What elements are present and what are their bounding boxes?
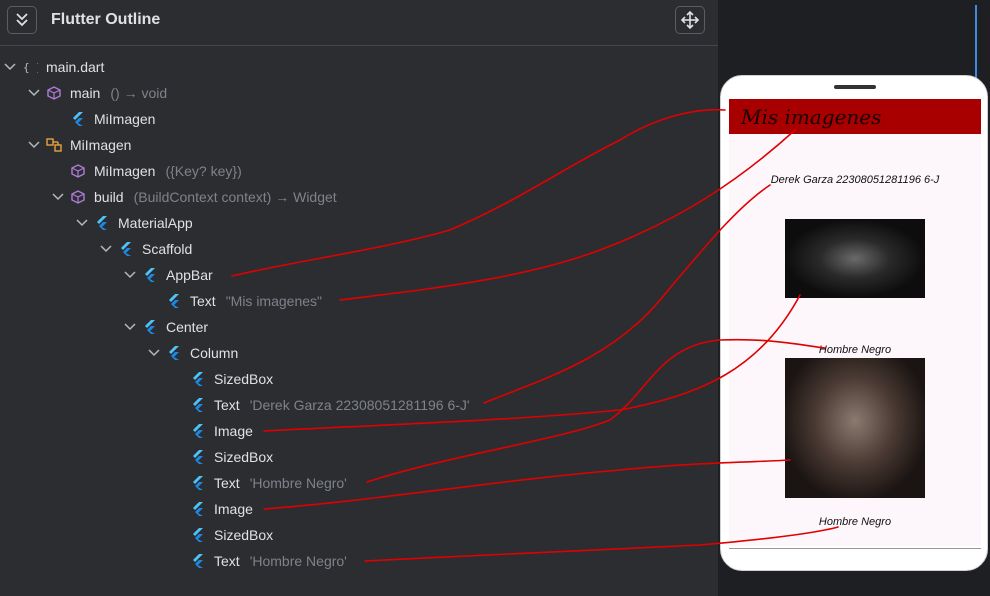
screen-bottom-divider	[729, 548, 981, 549]
phone-speaker	[834, 85, 876, 89]
tree-row-name: Image	[214, 423, 253, 439]
tree-row[interactable]: Image	[170, 496, 253, 522]
author-text: Derek Garza 22308051281196 6-J	[770, 174, 940, 186]
tree-row[interactable]: MiImagen	[50, 106, 155, 132]
flutter-widget-icon	[94, 215, 110, 231]
svg-text:{ }: { }	[23, 61, 38, 74]
flutter-widget-icon	[118, 241, 134, 257]
tree-row[interactable]: Text "Mis imagenes"	[146, 288, 322, 314]
tree-row[interactable]: MiImagen	[26, 132, 131, 158]
tree-row-detail: 'Hombre Negro'	[249, 553, 347, 569]
flutter-outline-panel: Flutter Outline { } main.dart main () → voi…	[0, 0, 719, 596]
move-button[interactable]	[675, 6, 705, 34]
image-caption-2: Hombre Negro	[818, 516, 892, 528]
app-body: Derek Garza 22308051281196 6-J Hombre Ne…	[729, 134, 981, 546]
tree-row[interactable]: SizedBox	[170, 522, 273, 548]
tree-row-name: build	[94, 189, 124, 205]
flutter-widget-icon	[190, 423, 206, 439]
portrait-image-2	[785, 358, 925, 498]
app-bar: Mis imagenes	[729, 99, 981, 134]
move-arrows-icon	[680, 10, 700, 30]
panel-title: Flutter Outline	[51, 11, 161, 28]
class-icon	[46, 137, 62, 153]
flutter-widget-icon	[190, 397, 206, 413]
tree-row[interactable]: Text 'Hombre Negro'	[170, 470, 347, 496]
tree-row[interactable]: Center	[122, 314, 208, 340]
tree-row-name: MaterialApp	[118, 215, 193, 231]
flutter-widget-icon	[142, 319, 158, 335]
chevron-down-icon[interactable]	[122, 267, 138, 283]
tree-row[interactable]: MiImagen ({Key? key})	[50, 158, 242, 184]
app-bar-title: Mis imagenes	[741, 105, 882, 129]
chevron-down-icon[interactable]	[50, 189, 66, 205]
tree-row-name: SizedBox	[214, 371, 274, 387]
tree-row[interactable]: main () → void	[26, 80, 167, 106]
phone-preview: Mis imagenes Derek Garza 22308051281196 …	[720, 75, 988, 571]
flutter-widget-icon	[190, 449, 206, 465]
tree-row[interactable]: Column	[146, 340, 238, 366]
tree-row-name: Text	[214, 553, 240, 569]
chevron-down-icon[interactable]	[2, 59, 18, 75]
flutter-widget-icon	[190, 501, 206, 517]
tree-row[interactable]: AppBar	[122, 262, 213, 288]
flutter-widget-icon	[166, 293, 182, 309]
tree-row[interactable]: Image	[170, 418, 253, 444]
tree-row[interactable]: Scaffold	[98, 236, 192, 262]
chevron-down-icon[interactable]	[146, 345, 162, 361]
tree-row-detail: ({Key? key})	[165, 163, 242, 179]
chevron-down-icon[interactable]	[122, 319, 138, 335]
tree-row[interactable]: { } main.dart	[2, 54, 104, 80]
flutter-widget-icon	[70, 111, 86, 127]
tree-row-detail: (BuildContext context) → Widget	[133, 189, 337, 205]
portrait-image-1	[785, 219, 925, 298]
tree-row-detail: 'Hombre Negro'	[249, 475, 347, 491]
flutter-widget-icon	[190, 475, 206, 491]
tree-row-name: SizedBox	[214, 527, 274, 543]
tree-row-name: Text	[190, 293, 216, 309]
function-cube-icon	[46, 85, 62, 101]
tree-row-name: Scaffold	[142, 241, 193, 257]
tree-row[interactable]: Text 'Hombre Negro'	[170, 548, 347, 574]
tree-row-name: Text	[214, 397, 240, 413]
braces-icon: { }	[22, 59, 38, 75]
flutter-widget-icon	[190, 553, 206, 569]
tree-row-name: main.dart	[46, 59, 105, 75]
tree-row-name: SizedBox	[214, 449, 274, 465]
panel-header: Flutter Outline	[0, 0, 718, 46]
tree-row-name: main	[70, 85, 101, 101]
tree-row-name: MiImagen	[94, 163, 156, 179]
chevron-down-icon[interactable]	[26, 85, 42, 101]
tree-row[interactable]: MaterialApp	[74, 210, 193, 236]
tree-row-name: Text	[214, 475, 240, 491]
double-chevron-down-icon	[16, 13, 28, 27]
chevron-down-icon[interactable]	[26, 137, 42, 153]
tree-row-name: Center	[166, 319, 209, 335]
flutter-widget-icon	[166, 345, 182, 361]
tree-row-detail: 'Derek Garza 22308051281196 6-J'	[249, 397, 470, 413]
tree-row[interactable]: SizedBox	[170, 366, 273, 392]
tree-row-detail: "Mis imagenes"	[225, 293, 322, 309]
constructor-cube-icon	[70, 163, 86, 179]
flutter-widget-icon	[190, 527, 206, 543]
tree-row-name: MiImagen	[70, 137, 132, 153]
flutter-widget-icon	[142, 267, 158, 283]
flutter-widget-icon	[190, 371, 206, 387]
method-cube-icon	[70, 189, 86, 205]
tree-row-name: AppBar	[166, 267, 213, 283]
tree-row-name: Column	[190, 345, 239, 361]
tree-row-name: Image	[214, 501, 253, 517]
tree-row-detail: () → void	[110, 85, 168, 101]
image-caption-1: Hombre Negro	[818, 344, 892, 356]
tree-row-name: MiImagen	[94, 111, 156, 127]
tree-row[interactable]: build (BuildContext context) → Widget	[50, 184, 337, 210]
chevron-down-icon[interactable]	[98, 241, 114, 257]
chevron-down-icon[interactable]	[74, 215, 90, 231]
collapse-all-button[interactable]	[7, 6, 37, 34]
tree-row[interactable]: Text 'Derek Garza 22308051281196 6-J'	[170, 392, 470, 418]
tree-row[interactable]: SizedBox	[170, 444, 273, 470]
